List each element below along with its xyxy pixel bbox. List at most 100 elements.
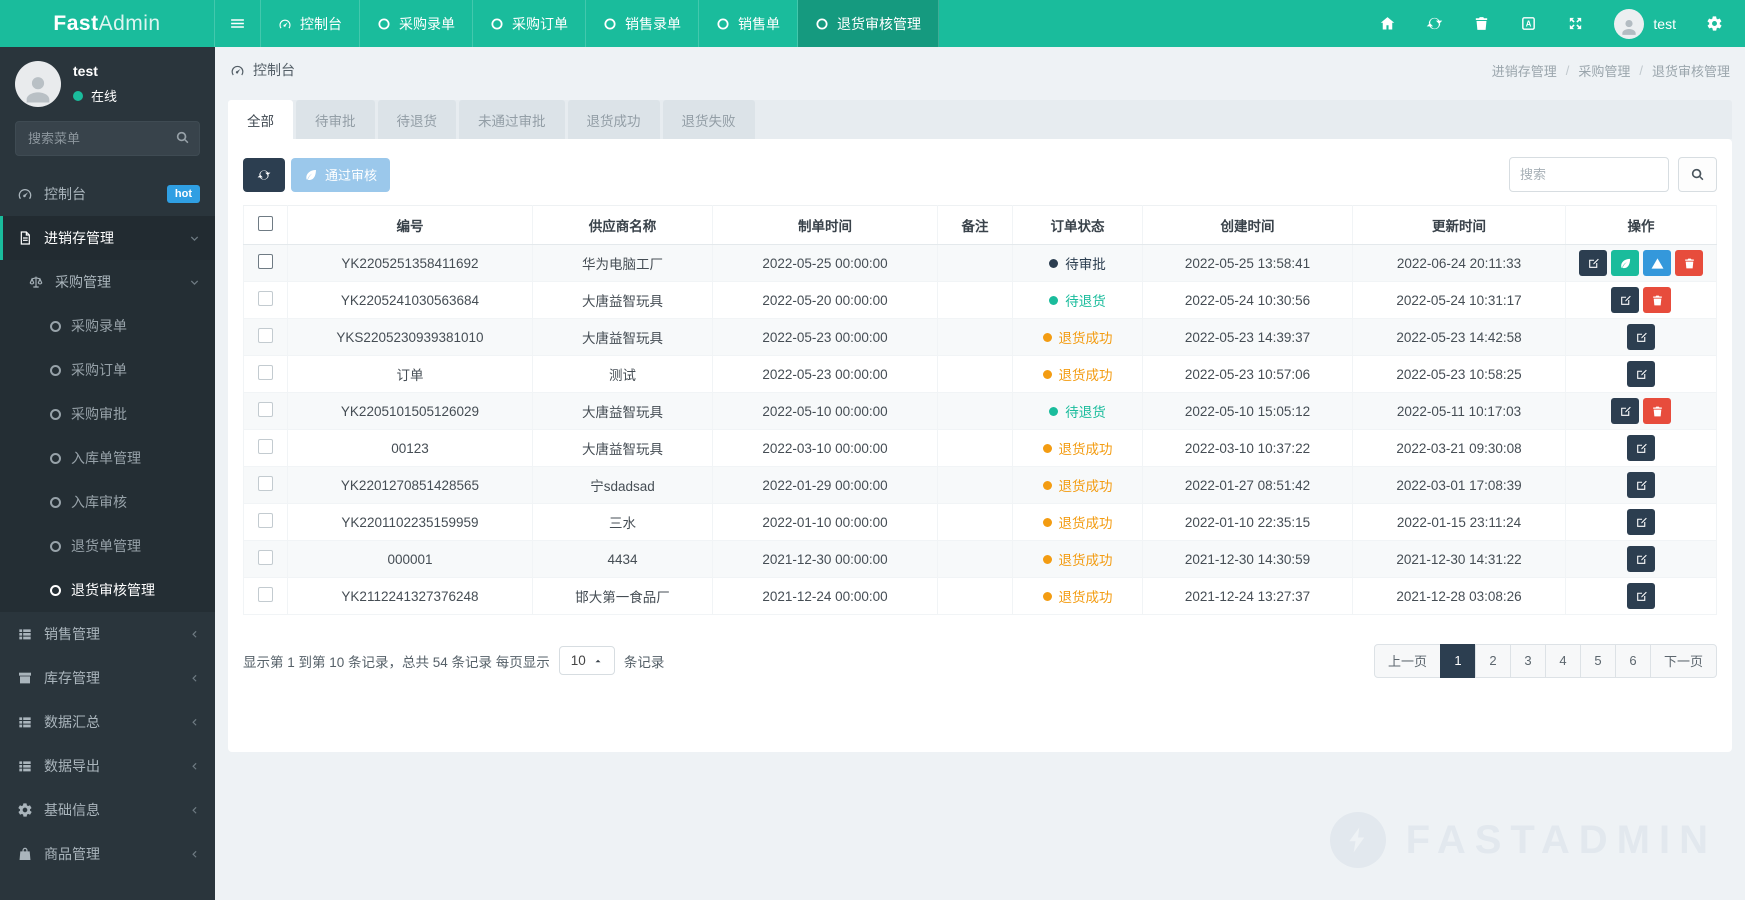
sidebar-item-data-summary[interactable]: 数据汇总 bbox=[0, 700, 215, 744]
home-button[interactable] bbox=[1379, 15, 1396, 32]
topnav-item-purchase-entry[interactable]: 采购录单 bbox=[360, 0, 473, 47]
row-id: YK2205251358411692 bbox=[287, 244, 533, 282]
edit-action-button[interactable] bbox=[1611, 398, 1639, 424]
refresh-button[interactable] bbox=[1426, 15, 1443, 32]
sidebar-user-status: 在线 bbox=[73, 86, 117, 105]
sidebar-item-purchase-entry[interactable]: 采购录单 bbox=[0, 304, 215, 348]
status-badge: 待审批 bbox=[1049, 253, 1106, 273]
tab-全部[interactable]: 全部 bbox=[228, 100, 293, 139]
edit-action-button[interactable] bbox=[1627, 546, 1655, 572]
trash-action-button[interactable] bbox=[1643, 287, 1671, 313]
tab-退货成功[interactable]: 退货成功 bbox=[567, 100, 660, 139]
sidebar-item-stockin-manage[interactable]: 入库单管理 bbox=[0, 436, 215, 480]
edit-action-button[interactable] bbox=[1627, 361, 1655, 387]
pagination-page-3[interactable]: 3 bbox=[1509, 643, 1546, 678]
settings-button[interactable] bbox=[1706, 15, 1723, 32]
circle-o-icon bbox=[50, 364, 61, 376]
breadcrumb-item[interactable]: 退货审核管理 bbox=[1652, 61, 1730, 80]
refresh-button[interactable] bbox=[243, 157, 285, 192]
fullscreen-button[interactable] bbox=[1567, 15, 1584, 32]
leaf-action-button[interactable] bbox=[1611, 250, 1639, 276]
table-search-input[interactable] bbox=[1509, 157, 1669, 192]
content-card: 通过审核 编号供应商名称制单时间备注订单状态创建时间更新时间操作 YK22052… bbox=[228, 139, 1732, 752]
pagination-page-5[interactable]: 5 bbox=[1579, 643, 1616, 678]
row-checkbox[interactable] bbox=[258, 513, 273, 528]
list-icon bbox=[15, 626, 34, 642]
row-checkbox[interactable] bbox=[258, 402, 273, 417]
edit-action-button[interactable] bbox=[1627, 509, 1655, 535]
sidebar-item-stock[interactable]: 库存管理 bbox=[0, 656, 215, 700]
warn-action-button[interactable] bbox=[1643, 250, 1671, 276]
edit-action-button[interactable] bbox=[1627, 472, 1655, 498]
navbar-user-menu[interactable]: test bbox=[1614, 8, 1676, 39]
tab-未通过审批[interactable]: 未通过审批 bbox=[459, 100, 565, 139]
status-label: 待审批 bbox=[1065, 257, 1106, 272]
sidebar-item-label: 进销存管理 bbox=[44, 230, 114, 246]
pagination-page-1[interactable]: 1 bbox=[1439, 643, 1476, 678]
topnav-item-return-audit[interactable]: 退货审核管理 bbox=[798, 0, 939, 47]
pagination-next[interactable]: 下一页 bbox=[1649, 643, 1717, 678]
row-checkbox[interactable] bbox=[258, 439, 273, 454]
row-checkbox[interactable] bbox=[258, 365, 273, 380]
approve-button[interactable]: 通过审核 bbox=[291, 157, 391, 192]
breadcrumb-item[interactable]: 进销存管理 bbox=[1492, 61, 1557, 80]
sidebar-item-base-info[interactable]: 基础信息 bbox=[0, 788, 215, 832]
circle-o-icon bbox=[50, 408, 61, 420]
table-search-button[interactable] bbox=[1678, 157, 1717, 192]
row-checkbox[interactable] bbox=[258, 550, 273, 565]
topnav-item-console[interactable]: 控制台 bbox=[261, 0, 360, 47]
tab-待审批[interactable]: 待审批 bbox=[296, 100, 375, 139]
edit-action-button[interactable] bbox=[1627, 435, 1655, 461]
select-all-checkbox[interactable] bbox=[258, 216, 273, 231]
sidebar-item-jxc[interactable]: 进销存管理 bbox=[0, 216, 215, 260]
edit-action-button[interactable] bbox=[1611, 287, 1639, 313]
language-button[interactable]: A bbox=[1520, 15, 1537, 32]
top-navbar: Fast Admin 控制台 采购录单 采购订单 销售录单 销售单 退货审核管理 Atest bbox=[0, 0, 1745, 47]
sidebar-item-return-manage[interactable]: 退货单管理 bbox=[0, 524, 215, 568]
row-checkbox[interactable] bbox=[258, 476, 273, 491]
topnav-item-sale-entry[interactable]: 销售录单 bbox=[586, 0, 699, 47]
brand-logo[interactable]: Fast Admin bbox=[0, 0, 215, 47]
sidebar-item-purchase[interactable]: 采购管理 bbox=[0, 260, 215, 304]
row-checkbox[interactable] bbox=[258, 254, 273, 269]
sidebar-item-purchase-approve[interactable]: 采购审批 bbox=[0, 392, 215, 436]
topnav-item-purchase-order[interactable]: 采购订单 bbox=[473, 0, 586, 47]
sidebar-item-sale[interactable]: 销售管理 bbox=[0, 612, 215, 656]
sidebar-item-label: 入库审核 bbox=[71, 494, 127, 510]
page-size-dropdown[interactable]: 10 bbox=[558, 646, 615, 675]
topnav-item-label: 销售单 bbox=[738, 15, 780, 32]
page-size-value: 10 bbox=[570, 653, 586, 668]
sidebar-item-purchase-order[interactable]: 采购订单 bbox=[0, 348, 215, 392]
sidebar-item-console[interactable]: 控制台 hot bbox=[0, 172, 215, 216]
watermark: FASTADMIN bbox=[1329, 812, 1717, 868]
edit-action-button[interactable] bbox=[1627, 324, 1655, 350]
row-id: 订单 bbox=[287, 355, 533, 393]
row-remark bbox=[937, 318, 1013, 356]
avatar[interactable] bbox=[15, 61, 61, 107]
menu-search-input[interactable] bbox=[15, 121, 200, 156]
main-area: 控制台 进销存管理 / 采购管理 / 退货审核管理 全部 待审批 待退货 未通过审批 退货成功退… bbox=[215, 47, 1745, 900]
trash-action-button[interactable] bbox=[1675, 250, 1703, 276]
topnav-item-sale-order[interactable]: 销售单 bbox=[699, 0, 798, 47]
sidebar-item-goods[interactable]: 商品管理 bbox=[0, 832, 215, 876]
trash-button[interactable] bbox=[1473, 15, 1490, 32]
sidebar-item-return-audit[interactable]: 退货审核管理 bbox=[0, 568, 215, 612]
trash-action-button[interactable] bbox=[1643, 398, 1671, 424]
sidebar-item-data-export[interactable]: 数据导出 bbox=[0, 744, 215, 788]
tab-待退货[interactable]: 待退货 bbox=[377, 100, 456, 139]
edit-action-button[interactable] bbox=[1579, 250, 1607, 276]
online-label: 在线 bbox=[91, 89, 118, 104]
tab-退货失败[interactable]: 退货失败 bbox=[662, 100, 755, 139]
sidebar-item-stockin-audit[interactable]: 入库审核 bbox=[0, 480, 215, 524]
edit-action-button[interactable] bbox=[1627, 583, 1655, 609]
sidebar-toggle-button[interactable] bbox=[215, 0, 261, 47]
column-header: 订单状态 bbox=[1012, 205, 1143, 245]
row-checkbox[interactable] bbox=[258, 328, 273, 343]
row-checkbox[interactable] bbox=[258, 291, 273, 306]
breadcrumb-item[interactable]: 采购管理 bbox=[1578, 61, 1630, 80]
pagination-page-4[interactable]: 4 bbox=[1544, 643, 1581, 678]
pagination-page-2[interactable]: 2 bbox=[1474, 643, 1511, 678]
pagination-prev[interactable]: 上一页 bbox=[1373, 643, 1441, 678]
pagination-page-6[interactable]: 6 bbox=[1614, 643, 1651, 678]
row-checkbox[interactable] bbox=[258, 587, 273, 602]
